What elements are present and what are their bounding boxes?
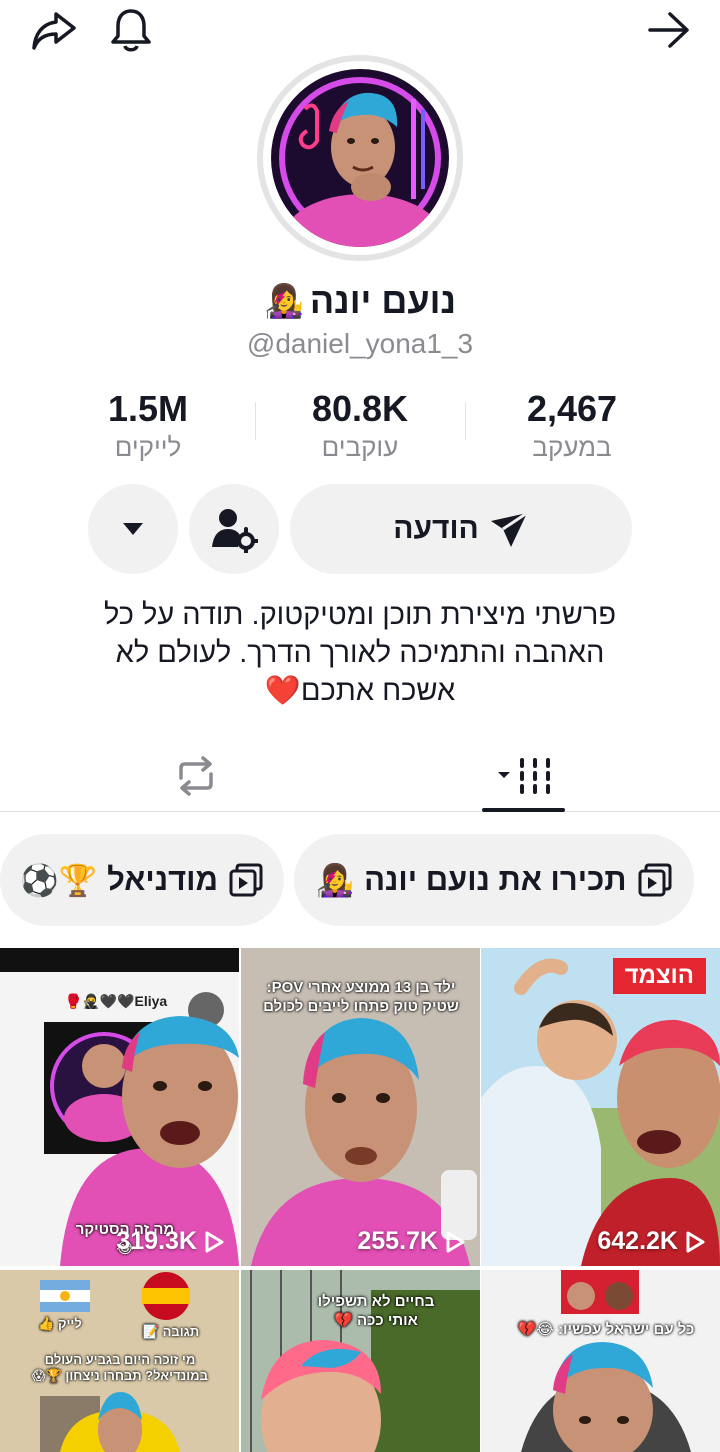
likes-label: לייקים (114, 432, 182, 462)
avatar[interactable] (257, 55, 463, 261)
tab-videos[interactable] (482, 740, 565, 812)
play-icon (686, 1231, 705, 1252)
view-count: 319.3K (116, 1227, 225, 1256)
thumbnail-image (481, 948, 720, 1266)
name-emoji: 👩‍🎤 (264, 283, 304, 319)
profile-bio: פרשתי מיצירת תוכן ומטיקטוק. תודה על כל ה… (60, 596, 660, 710)
followers-count: 80.8K (311, 388, 409, 429)
video-thumbnail[interactable]: Eliya🖤🖤🥷🥊 מה זה הסטיקר 😂 319.3K (0, 948, 239, 1266)
stats-row: 1.5M לייקים 80.8K עוקבים 2,467 במעקב (40, 388, 680, 468)
profile-name-row: נועם יונה 👩‍🎤 (0, 280, 720, 322)
user-settings-icon (212, 509, 258, 553)
view-count-text: 319.3K (116, 1227, 197, 1255)
video-caption: מי זוכה היום בגביע העולם במונדיאל? תבחרו… (32, 1352, 208, 1383)
message-label: הודעה (393, 512, 479, 545)
playlist-label: תכירו את נועם יונה (364, 862, 627, 897)
stat-divider (255, 402, 256, 440)
following-stat[interactable]: 2,467 במעקב (472, 388, 672, 463)
play-icon (446, 1231, 465, 1252)
grid-tab-icon (497, 758, 550, 794)
thumbnail-image (481, 1270, 720, 1452)
video-caption: כל עם ישראל עכשיו: 😂💔 (517, 1321, 695, 1338)
following-label: במעקב (532, 432, 612, 462)
video-thumbnail[interactable]: בחיים לא תשפילו אותי ככה 💔 (241, 1270, 480, 1452)
bio-line: אשכח אתכם❤️ (264, 675, 456, 707)
top-bar (0, 0, 720, 60)
caret-down-icon (123, 523, 143, 535)
video-thumbnail[interactable]: לייק 👍 תגובה 📝 מי זוכה היום בגביע העולם … (0, 1270, 239, 1452)
stat-divider (465, 402, 466, 440)
bio-line: פרשתי מיצירת תוכן ומטיקטוק. תודה על כל (103, 599, 617, 631)
video-caption: בחיים לא תשפילו אותי ככה 💔 (317, 1293, 435, 1329)
followers-label: עוקבים (321, 432, 399, 462)
send-icon (490, 511, 528, 547)
video-thumbnail[interactable]: ילד בן 13 ממוצע אחרי POV: שטיק טוק פתחו … (241, 948, 480, 1266)
followers-stat[interactable]: 80.8K עוקבים (260, 388, 460, 463)
view-count: 255.7K (357, 1227, 466, 1256)
playlist-icon (638, 863, 672, 897)
playlist-chip[interactable]: תכירו את נועם יונה 👩‍🎤 (294, 834, 694, 926)
video-thumbnail[interactable]: הוצמד 642.2K (481, 948, 720, 1266)
share-arrow-icon[interactable] (30, 6, 78, 54)
playlist-icon (229, 863, 263, 897)
comment-chip: תגובה 📝 (142, 1324, 200, 1339)
playlist-label: מודניאל (107, 862, 219, 897)
pinned-badge: הוצמד (612, 958, 706, 994)
avatar-image (271, 69, 449, 247)
view-count-text: 255.7K (357, 1227, 438, 1255)
more-dropdown-button[interactable] (88, 484, 178, 574)
playlist-emoji: 🏆⚽ (19, 862, 98, 898)
playlist-chip[interactable]: מודניאל 🏆⚽ (0, 834, 284, 926)
active-tab-indicator (482, 808, 565, 812)
view-count: 642.2K (597, 1227, 706, 1256)
following-count: 2,467 (526, 388, 618, 429)
video-caption: ילד בן 13 ממוצע אחרי POV: שטיק טוק פתחו … (263, 979, 459, 1015)
repost-icon (179, 756, 213, 796)
likes-count: 1.5M (107, 388, 189, 429)
like-chip: לייק 👍 (38, 1316, 82, 1331)
content-tabs (0, 740, 720, 812)
view-count-text: 642.2K (597, 1227, 678, 1255)
video-top-text: Eliya🖤🖤🥷🥊 (64, 993, 168, 1009)
bio-line: האהבה והתמיכה לאורך הדרך. לעולם לא (115, 637, 605, 669)
message-button[interactable]: הודעה (290, 484, 632, 574)
likes-stat[interactable]: 1.5M לייקים (48, 388, 248, 463)
playlist-emoji: 👩‍🎤 (315, 862, 355, 898)
profile-name: נועם יונה (309, 280, 456, 321)
arrow-right-icon[interactable] (645, 6, 693, 54)
bell-icon[interactable] (107, 6, 155, 54)
friend-settings-button[interactable] (189, 484, 279, 574)
video-thumbnail[interactable]: כל עם ישראל עכשיו: 😂💔 (481, 1270, 720, 1452)
play-icon (205, 1231, 224, 1252)
tab-reposts[interactable] (150, 740, 242, 812)
profile-handle: @daniel_yona1_3 (246, 328, 474, 359)
